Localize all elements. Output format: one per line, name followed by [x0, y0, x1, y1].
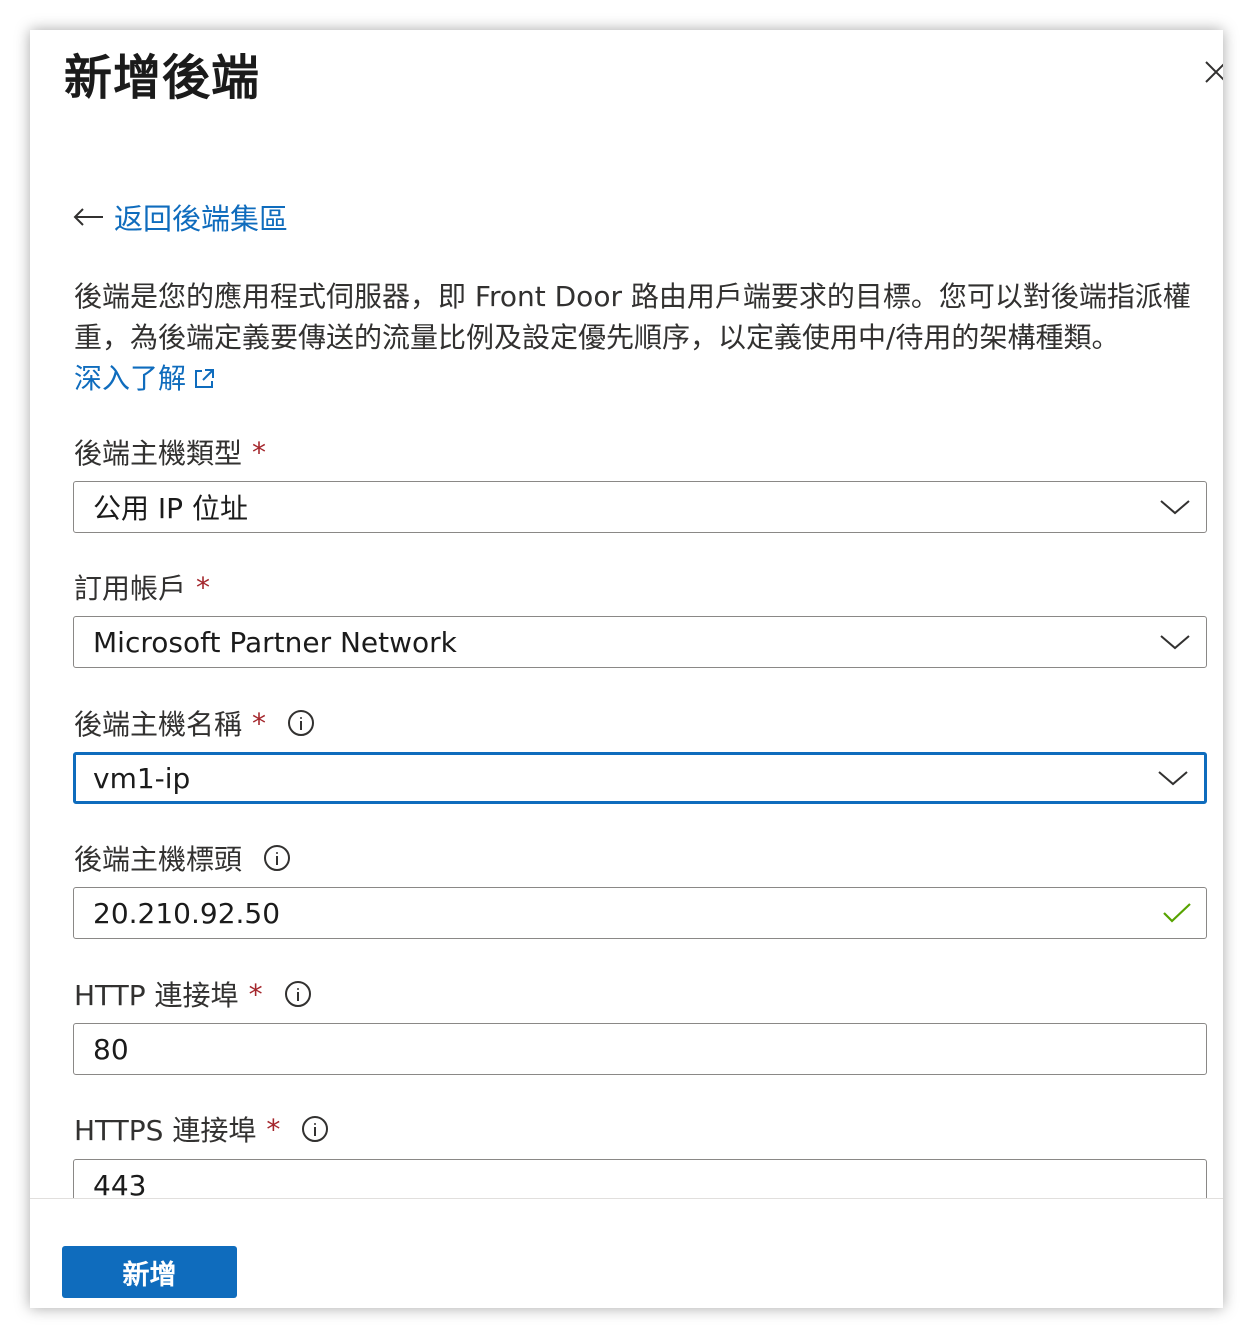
- close-button[interactable]: [1200, 56, 1223, 88]
- add-button[interactable]: 新增: [62, 1246, 237, 1298]
- host-type-value: 公用 IP 位址: [93, 492, 248, 525]
- checkmark-icon: [1163, 903, 1191, 923]
- learn-more-label: 深入了解: [74, 362, 187, 395]
- info-icon[interactable]: [302, 1116, 329, 1142]
- chevron-down-icon: [1160, 635, 1190, 650]
- info-icon[interactable]: [288, 710, 315, 736]
- host-name-label: 後端主機名稱 *: [74, 703, 315, 743]
- panel-title: 新增後端: [64, 50, 261, 106]
- chevron-down-icon: [1160, 500, 1190, 515]
- close-icon: [1205, 61, 1223, 83]
- subscription-label: 訂用帳戶 *: [74, 567, 210, 607]
- back-arrow-icon: [73, 208, 103, 226]
- http-port-input[interactable]: 80: [73, 1023, 1207, 1075]
- host-name-value: vm1-ip: [93, 761, 191, 795]
- https-port-label: HTTPS 連接埠 *: [74, 1109, 329, 1149]
- back-link-label: 返回後端集區: [114, 202, 289, 236]
- description: 後端是您的應用程式伺服器，即 Front Door 路由用戶端要求的目標。您可以…: [74, 276, 1204, 399]
- chevron-down-icon: [1158, 771, 1188, 786]
- info-icon[interactable]: [284, 981, 311, 1007]
- learn-more-link[interactable]: 深入了解: [74, 362, 216, 395]
- host-type-dropdown[interactable]: 公用 IP 位址: [73, 481, 1207, 533]
- subscription-dropdown[interactable]: Microsoft Partner Network: [73, 616, 1207, 668]
- http-port-label-text: HTTP 連接埠: [74, 979, 239, 1012]
- http-port-value: 80: [93, 1032, 129, 1066]
- back-to-backend-pool-link[interactable]: 返回後端集區: [72, 196, 288, 238]
- required-mark: *: [248, 977, 263, 1011]
- host-header-label: 後端主機標頭: [74, 838, 291, 878]
- required-mark: *: [252, 435, 267, 469]
- subscription-value: Microsoft Partner Network: [93, 625, 457, 659]
- host-type-label: 後端主機類型 *: [74, 432, 266, 472]
- required-mark: *: [196, 570, 211, 604]
- required-mark: *: [266, 1112, 281, 1146]
- host-name-label-text: 後端主機名稱: [74, 708, 243, 741]
- host-type-label-text: 後端主機類型: [74, 437, 243, 470]
- external-link-icon: [195, 369, 215, 388]
- http-port-label: HTTP 連接埠 *: [74, 974, 311, 1014]
- host-name-dropdown[interactable]: vm1-ip: [73, 752, 1207, 804]
- host-header-label-text: 後端主機標頭: [74, 843, 243, 876]
- host-header-value: 20.210.92.50: [93, 896, 281, 930]
- required-mark: *: [252, 706, 267, 740]
- panel-footer: 新增: [30, 1198, 1223, 1308]
- add-backend-panel: 新增後端 返回後端集區 後端是您的應用程式伺服器，即 Front Door 路由…: [30, 30, 1223, 1308]
- description-text: 後端是您的應用程式伺服器，即 Front Door 路由用戶端要求的目標。您可以…: [74, 280, 1191, 354]
- info-icon[interactable]: [264, 845, 291, 871]
- https-port-label-text: HTTPS 連接埠: [74, 1114, 257, 1147]
- host-header-input[interactable]: 20.210.92.50: [73, 887, 1207, 939]
- https-port-value: 443: [93, 1168, 147, 1202]
- subscription-label-text: 訂用帳戶: [74, 572, 187, 605]
